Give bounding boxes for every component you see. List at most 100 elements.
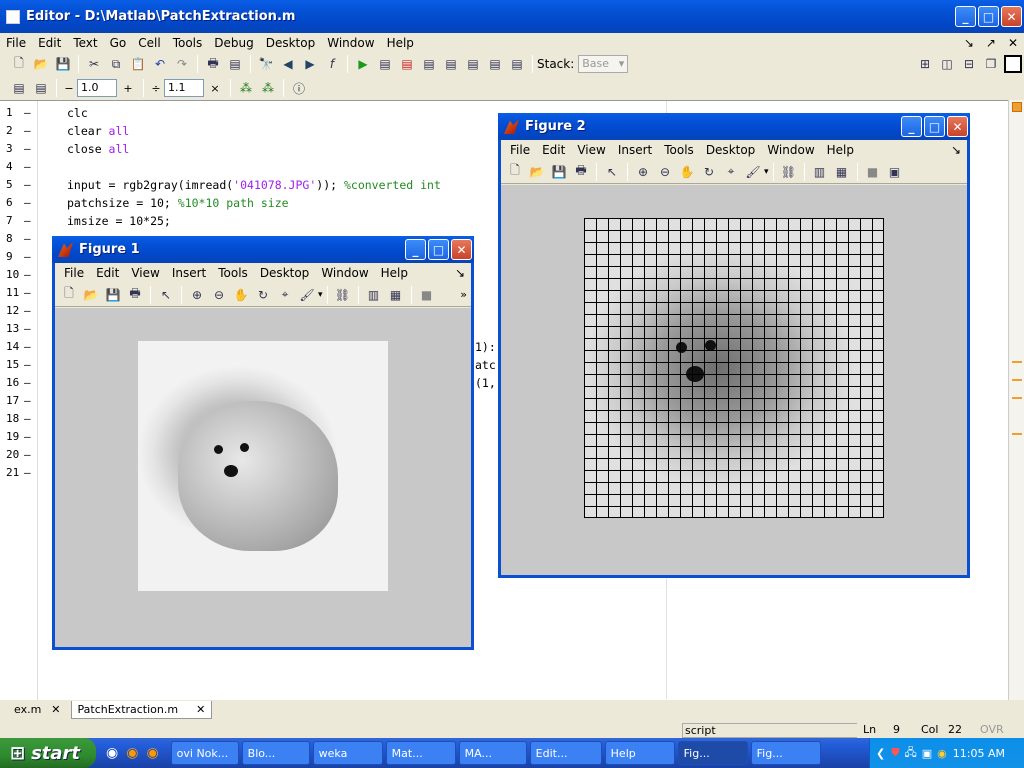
open-folder-icon[interactable]: 📂: [528, 163, 546, 181]
tray-network-icon[interactable]: 🖧: [904, 744, 916, 763]
divide-value-input[interactable]: 1.1: [164, 79, 204, 97]
save-icon[interactable]: 💾: [54, 55, 72, 73]
print-icon[interactable]: 🖶: [572, 163, 590, 181]
new-figure-icon[interactable]: 🗋: [506, 163, 524, 181]
divide-icon[interactable]: ÷: [148, 82, 164, 95]
close-doc-icon[interactable]: ✕: [1002, 36, 1024, 50]
undock-icon[interactable]: ↘: [958, 36, 980, 50]
maximize-doc-icon[interactable]: [1004, 55, 1022, 73]
print-icon[interactable]: 🖶: [204, 55, 222, 73]
new-file-icon[interactable]: 🗋: [10, 55, 28, 73]
cell-marker[interactable]: –: [24, 124, 31, 137]
cell-marker[interactable]: –: [24, 214, 31, 227]
cell-marker[interactable]: –: [24, 178, 31, 191]
cell-marker[interactable]: –: [24, 430, 31, 443]
task-figure-1[interactable]: Fig...: [677, 741, 748, 765]
start-button[interactable]: ⊞ start: [0, 738, 96, 768]
tile-icon[interactable]: ⊞: [916, 55, 934, 73]
redo-icon[interactable]: ↷: [173, 55, 191, 73]
figure2-titlebar[interactable]: Figure 2 _ □ ✕: [498, 113, 970, 140]
menu-window[interactable]: Window: [321, 36, 380, 50]
tray-chrome-icon[interactable]: ◉: [937, 747, 947, 760]
hide-cell-titles-icon[interactable]: ⁂: [259, 79, 277, 97]
task-weka[interactable]: weka: [312, 741, 383, 765]
colorbar-icon[interactable]: ▥: [365, 286, 383, 304]
link-plot-icon[interactable]: ⛓: [780, 163, 798, 181]
eval-cell-icon[interactable]: ▤: [32, 79, 50, 97]
maximize-button[interactable]: □: [924, 116, 945, 137]
menu-debug[interactable]: Debug: [208, 36, 259, 50]
exit-debug-icon[interactable]: ▤: [508, 55, 526, 73]
minimize-button[interactable]: _: [901, 116, 922, 137]
open-folder-icon[interactable]: 📂: [82, 286, 100, 304]
cell-marker[interactable]: –: [24, 106, 31, 119]
menu-insert[interactable]: Insert: [166, 266, 212, 280]
run-icon[interactable]: ▶: [354, 55, 372, 73]
save-icon[interactable]: 💾: [550, 163, 568, 181]
left-right-icon[interactable]: ◫: [938, 55, 956, 73]
new-figure-icon[interactable]: 🗋: [60, 286, 78, 304]
dock-icon[interactable]: ↘: [449, 266, 471, 280]
tray-shield-icon[interactable]: ⛊: [891, 746, 899, 760]
cell-marker[interactable]: –: [24, 304, 31, 317]
step-out-icon[interactable]: ▤: [464, 55, 482, 73]
cell-marker[interactable]: –: [24, 340, 31, 353]
menu-edit[interactable]: Edit: [536, 143, 571, 157]
task-editor[interactable]: Edit...: [529, 741, 602, 765]
cell-marker[interactable]: –: [24, 448, 31, 461]
rotate-3d-icon[interactable]: ↻: [254, 286, 272, 304]
cell-marker[interactable]: –: [24, 268, 31, 281]
menu-tools[interactable]: Tools: [167, 36, 209, 50]
chevron-down-icon[interactable]: ▾: [318, 290, 323, 300]
task-ovi-nokia[interactable]: ovi Nok...: [170, 741, 239, 765]
warning-marker[interactable]: [1012, 361, 1022, 363]
colorbar-icon[interactable]: ▥: [811, 163, 829, 181]
paste-icon[interactable]: 📋: [129, 55, 147, 73]
plus-icon[interactable]: +: [117, 82, 139, 95]
quicklaunch-chrome-icon[interactable]: ◉: [106, 745, 118, 761]
hide-plot-tools-icon[interactable]: ■: [418, 286, 436, 304]
data-cursor-icon[interactable]: ⌖: [276, 286, 294, 304]
legend-icon[interactable]: ▦: [387, 286, 405, 304]
cut-icon[interactable]: ✂: [85, 55, 103, 73]
menu-desktop[interactable]: Desktop: [254, 266, 316, 280]
info-icon[interactable]: ⓘ: [290, 79, 308, 97]
menu-file[interactable]: File: [504, 143, 536, 157]
cell-marker[interactable]: –: [24, 196, 31, 209]
minimize-button[interactable]: _: [405, 239, 426, 260]
menu-file[interactable]: File: [58, 266, 90, 280]
cell-marker[interactable]: –: [24, 322, 31, 335]
undo-icon[interactable]: ↶: [151, 55, 169, 73]
menu-desktop[interactable]: Desktop: [700, 143, 762, 157]
menu-cell[interactable]: Cell: [132, 36, 166, 50]
menu-help[interactable]: Help: [381, 36, 420, 50]
close-icon[interactable]: ✕: [51, 703, 60, 717]
insert-cell-icon[interactable]: ▤: [10, 79, 28, 97]
menu-go[interactable]: Go: [104, 36, 133, 50]
menu-file[interactable]: File: [0, 36, 32, 50]
legend-icon[interactable]: ▦: [833, 163, 851, 181]
menu-help[interactable]: Help: [375, 266, 414, 280]
warning-marker[interactable]: [1012, 397, 1022, 399]
figure1-titlebar[interactable]: Figure 1 _ □ ✕: [52, 236, 474, 263]
tab-ex-m[interactable]: ex.m ✕: [4, 701, 71, 719]
close-button[interactable]: ✕: [947, 116, 968, 137]
minus-icon[interactable]: −: [61, 82, 77, 95]
warning-marker[interactable]: [1012, 379, 1022, 381]
continue-icon[interactable]: ▤: [486, 55, 504, 73]
cell-marker[interactable]: –: [24, 376, 31, 389]
rotate-3d-icon[interactable]: ↻: [700, 163, 718, 181]
cell-marker[interactable]: –: [24, 250, 31, 263]
menu-view[interactable]: View: [571, 143, 611, 157]
close-button[interactable]: ✕: [451, 239, 472, 260]
cell-marker[interactable]: –: [24, 358, 31, 371]
step-in-icon[interactable]: ▤: [442, 55, 460, 73]
menu-edit[interactable]: Edit: [32, 36, 67, 50]
menu-window[interactable]: Window: [761, 143, 820, 157]
cell-marker[interactable]: –: [24, 142, 31, 155]
menu-view[interactable]: View: [125, 266, 165, 280]
copy-icon[interactable]: ⧉: [107, 55, 125, 73]
zoom-in-icon[interactable]: ⊕: [634, 163, 652, 181]
task-matlab[interactable]: MA...: [458, 741, 527, 765]
publish-icon[interactable]: ▤: [226, 55, 244, 73]
